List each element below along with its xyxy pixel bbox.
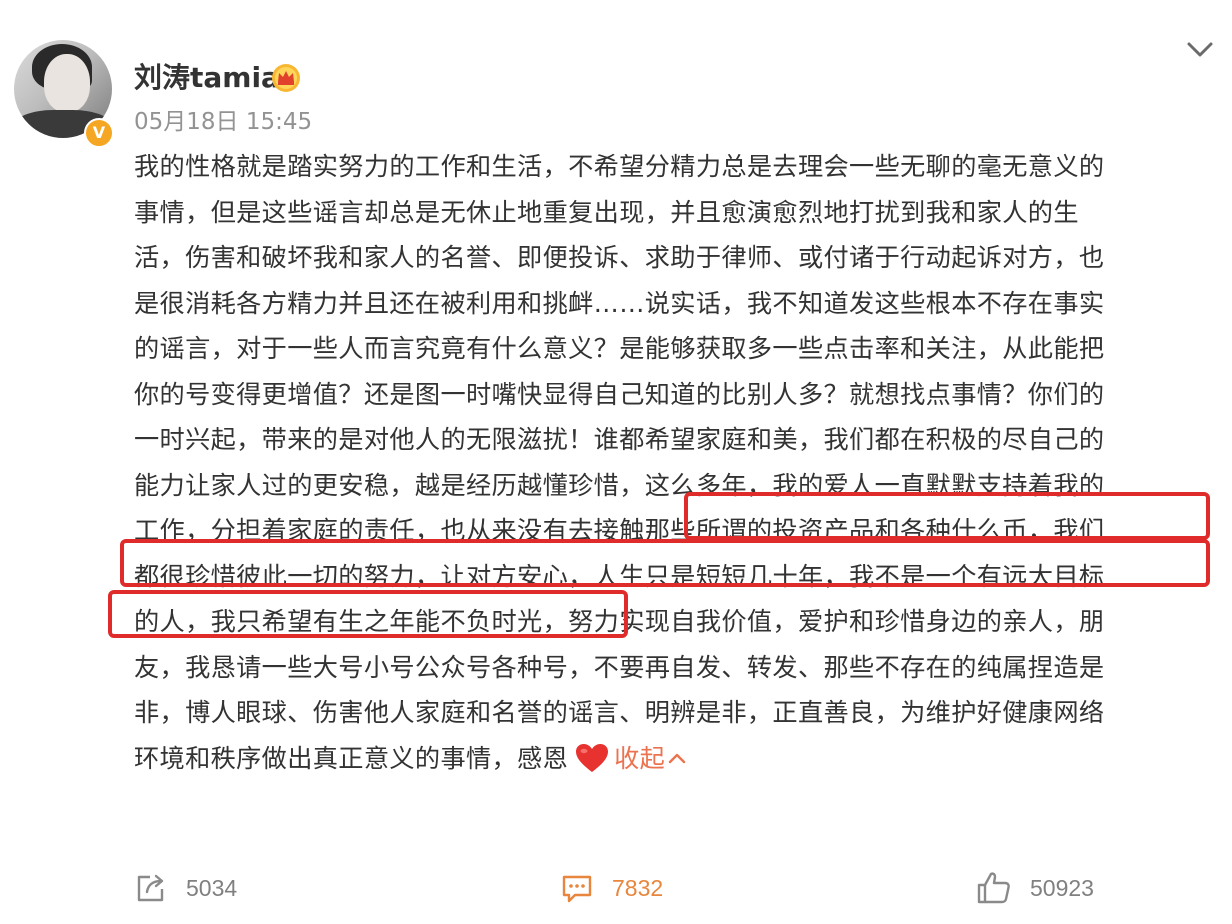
thumbs-up-icon: [977, 872, 1010, 904]
vip-crown-icon: [272, 64, 300, 92]
highlighted-text-line: 工作，分担着家庭的责任，也从来没有去接触那些所谓的投资产品和各种什么币，我们: [134, 516, 1105, 545]
repost-icon: [137, 874, 164, 902]
post-text: 我的性格就是踏实努力的工作和生活，不希望分精力总是去理会一些无聊的毫无意义的 事…: [134, 144, 1204, 781]
post-timestamp: 05月18日 15:45: [134, 109, 313, 135]
chevron-up-icon: [669, 753, 686, 763]
collapse-label: 收起: [614, 743, 666, 773]
text-line: 事情，但是这些谣言却总是无休止地重复出现，并且愈演愈烈地打扰到我和家人的生: [134, 197, 1079, 227]
highlighted-text: 这么多年，我的爱人一直默默支持着我的: [644, 470, 1105, 500]
comment-button[interactable]: 7832: [560, 866, 663, 910]
text-line: 友，我恳请一些大号小号公众号各种号，不要再自发、转发、那些不存在的纯属捏造是: [134, 652, 1105, 682]
verified-v-icon: V: [84, 118, 114, 148]
text-line: 是很消耗各方精力并且还在被利用和挑衅……说实话，我不知道发这些根本不存在事实: [134, 288, 1105, 318]
text-line: 都很珍惜彼此一切的努力，让对方安心，人生只是短短几十年，我不是一个有远大目标: [134, 554, 1204, 600]
weibo-post-card: V 刘涛tamia 05月18日 15:45 我的性格就是踏实努力的工作和生活，…: [0, 0, 1232, 924]
repost-count: 5034: [186, 874, 238, 901]
text-line: 活，伤害和破坏我和家人的名誉、即便投诉、求助于律师、或付诸于行动起诉对方，也: [134, 243, 1105, 272]
text-line: 环境和秩序做出真正意义的事情，感恩 收起: [134, 736, 1204, 782]
like-button[interactable]: 50923: [976, 866, 1094, 910]
like-count: 50923: [1030, 874, 1094, 901]
author-name[interactable]: 刘涛tamia: [134, 58, 280, 98]
text-segment: 环境和秩序做出真正意义的事情，感恩: [134, 743, 569, 773]
text-line: 的人，我只希望有生之年能不负时光，努力实现自我价值，爱护和珍惜身边的亲人，朋: [134, 607, 1105, 636]
comment-count: 7832: [612, 874, 664, 901]
text-line: 你的号变得更增值？还是图一时嘴快显得自己知道的比别人多？就想找点事情？你们的: [134, 379, 1105, 409]
text-line: 我的性格就是踏实努力的工作和生活，不希望分精力总是去理会一些无聊的毫无意义的: [134, 152, 1105, 181]
text-line: 能力让家人过的更安稳，越是经历越懂珍惜，这么多年，我的爱人一直默默支持着我的: [134, 463, 1204, 509]
text-line: 的谣言，对于一些人而言究竟有什么意义？是能够获取多一些点击率和关注，从此能把: [134, 334, 1105, 363]
text-line: 非，博人眼球、伤害他人家庭和名誉的谣言、明辨是非，正直善良，为维护好健康网络: [134, 698, 1105, 727]
chevron-down-icon[interactable]: [1184, 36, 1216, 64]
text-segment: 能力让家人过的更安稳，越是经历越懂珍惜，: [134, 470, 645, 500]
red-heart-icon: [576, 743, 609, 772]
comment-icon: [562, 875, 592, 903]
highlighted-text: 都很珍惜彼此一切的努力，让对方安心，: [134, 561, 594, 591]
repost-button[interactable]: 5034: [134, 866, 237, 910]
text-line: 一时兴起，带来的是对他人的无限滋扰！谁都希望家庭和美，我们都在积极的尽自己的: [134, 425, 1105, 454]
collapse-button[interactable]: 收起: [614, 744, 687, 773]
text-segment: 人生只是短短几十年，我不是一个有远大目标: [593, 561, 1105, 591]
